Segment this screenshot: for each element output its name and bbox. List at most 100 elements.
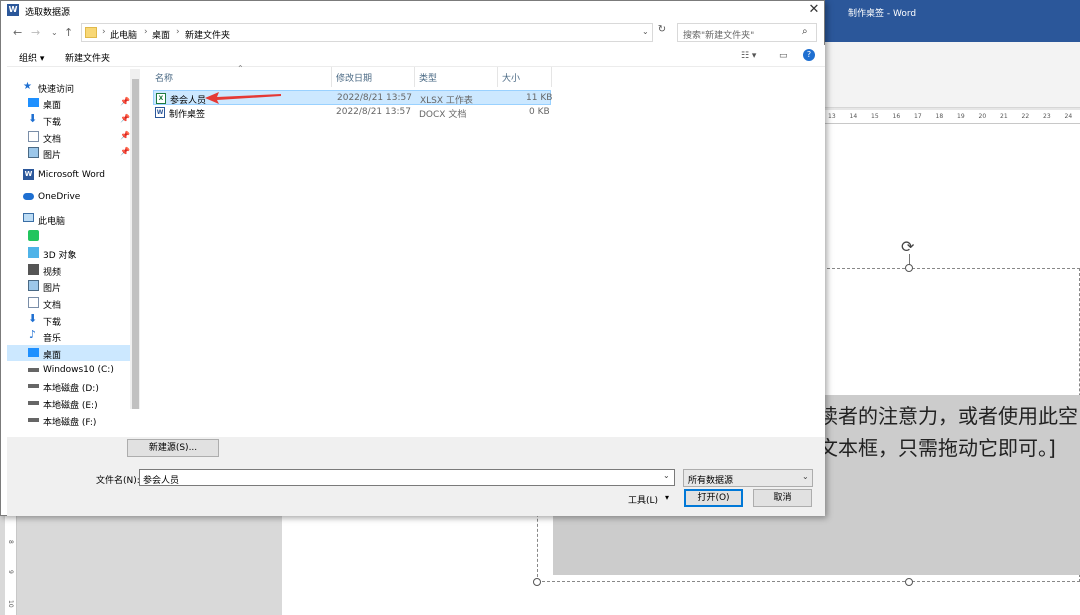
column-header-date[interactable]: 修改日期: [336, 71, 372, 84]
filetype-select[interactable]: 所有数据源: [683, 469, 813, 487]
nav-item-quick-access[interactable]: ★ 快速访问: [7, 79, 135, 95]
breadcrumb-this-pc[interactable]: 此电脑: [110, 28, 137, 41]
horizontal-ruler: 13 14 15 16 17 18 19 20 21 22 23 24: [824, 110, 1080, 124]
nav-item-drive-d[interactable]: 本地磁盘 (D:): [7, 378, 135, 394]
organize-button[interactable]: 组织 ▾: [19, 51, 44, 64]
rotate-handle-icon[interactable]: ⟳: [901, 237, 914, 256]
toolbar: 组织 ▾ 新建文件夹 ☷ ▾ ▭ ?: [7, 45, 825, 67]
wechat-files-icon: [28, 230, 39, 241]
nav-item-desktop-pinned[interactable]: 桌面 📌: [7, 95, 135, 111]
new-folder-button[interactable]: 新建文件夹: [65, 51, 110, 64]
nav-item-music[interactable]: ♪ 音乐: [7, 328, 135, 344]
tools-button[interactable]: 工具(L): [628, 493, 658, 506]
star-icon: ★: [23, 81, 32, 92]
cube-icon: [28, 247, 39, 258]
nav-item-documents-pinned[interactable]: 文档 📌: [7, 129, 135, 145]
ruler-tick: 16: [892, 113, 901, 120]
nav-scrollbar-thumb[interactable]: [132, 79, 139, 409]
nav-item-downloads[interactable]: ⬇ 下载: [7, 312, 135, 328]
nav-item-downloads-pinned[interactable]: ⬇ 下载 📌: [7, 112, 135, 128]
resize-handle-top[interactable]: [905, 264, 913, 272]
word-window-title: 制作桌签 - Word: [848, 9, 917, 19]
picture-icon: [28, 280, 39, 291]
new-source-button[interactable]: 新建源(S)...: [127, 439, 219, 457]
search-input[interactable]: 搜索"新建文件夹": [683, 28, 754, 41]
ruler-tick: 20: [978, 113, 987, 120]
pin-icon[interactable]: 📌: [120, 131, 130, 140]
nav-item-microsoft-word[interactable]: W Microsoft Word: [7, 167, 135, 183]
tools-dropdown-icon[interactable]: ▾: [665, 493, 669, 502]
refresh-icon[interactable]: ↻: [655, 24, 669, 41]
help-icon[interactable]: ?: [803, 49, 815, 61]
breadcrumb-new-folder[interactable]: 新建文件夹: [185, 28, 230, 41]
file-row-table-cards[interactable]: W 制作桌签 2022/8/21 13:57 DOCX 文档 0 KB: [153, 105, 551, 120]
nav-item-drive-c[interactable]: Windows10 (C:): [7, 362, 135, 378]
ruler-tick: 17: [914, 113, 922, 120]
video-icon: [28, 264, 39, 275]
ruler-tick: 22: [1021, 113, 1030, 120]
vertical-ruler-tick: 8: [7, 540, 14, 544]
nav-item-3d-objects[interactable]: 3D 对象: [7, 245, 135, 261]
nav-item-wechat-files[interactable]: [7, 228, 135, 244]
column-header-type[interactable]: 类型: [419, 71, 437, 84]
up-arrow-icon[interactable]: ↑: [64, 26, 73, 39]
word-file-icon: W: [155, 107, 165, 118]
address-bar[interactable]: › 此电脑 › 桌面 › 新建文件夹 ⌄: [81, 23, 653, 42]
excel-file-icon: X: [156, 93, 166, 104]
vertical-ruler-tick: 9: [7, 570, 14, 574]
resize-handle-bottom-left[interactable]: [533, 578, 541, 586]
picture-icon: [28, 147, 39, 158]
ruler-tick: 23: [1043, 113, 1051, 120]
resize-handle-bottom[interactable]: [905, 578, 913, 586]
recent-locations-chevron-icon[interactable]: ⌄: [51, 28, 58, 37]
forward-arrow-icon[interactable]: →: [31, 26, 40, 39]
doc-text-line1: 读者的注意力，或者使用此空: [818, 404, 1078, 428]
search-icon[interactable]: ⌕: [802, 26, 808, 37]
nav-item-this-pc[interactable]: 此电脑: [7, 211, 135, 227]
navigation-pane: ★ 快速访问 桌面 📌 ⬇ 下载 📌 文档 📌 图片 📌 W Microsoft…: [7, 67, 141, 437]
download-icon: ⬇: [28, 312, 38, 325]
vertical-ruler: 8 9 10: [5, 500, 17, 615]
filename-input[interactable]: 参会人员: [139, 469, 675, 486]
filetype-dropdown-icon[interactable]: ⌄: [802, 472, 809, 481]
ruler-tick: 14: [849, 113, 858, 120]
filename-label: 文件名(N):: [96, 476, 140, 486]
close-icon[interactable]: ✕: [804, 2, 824, 18]
nav-item-drive-e[interactable]: 本地磁盘 (E:): [7, 395, 135, 411]
drive-icon: [28, 401, 39, 405]
select-data-source-dialog: W 选取数据源 ✕ ← → ⌄ ↑ › 此电脑 › 桌面 › 新建文件夹 ⌄ ↻…: [0, 0, 825, 516]
pin-icon[interactable]: 📌: [120, 147, 130, 156]
pin-icon[interactable]: 📌: [120, 97, 130, 106]
nav-item-videos[interactable]: 视频: [7, 262, 135, 278]
nav-item-desktop[interactable]: 桌面: [7, 345, 135, 361]
pin-icon[interactable]: 📌: [120, 114, 130, 123]
download-icon: ⬇: [28, 112, 38, 125]
view-options-icon[interactable]: ☷ ▾: [741, 51, 756, 61]
back-arrow-icon[interactable]: ←: [13, 26, 22, 39]
ruler-tick: 15: [871, 113, 879, 120]
nav-item-drive-f[interactable]: 本地磁盘 (F:): [7, 412, 135, 428]
nav-item-onedrive[interactable]: OneDrive: [7, 189, 135, 205]
nav-item-pictures-pinned[interactable]: 图片 📌: [7, 145, 135, 161]
cancel-button[interactable]: 取消: [753, 489, 812, 507]
drive-icon: [28, 368, 39, 372]
music-icon: ♪: [29, 328, 37, 341]
desktop-icon: [28, 348, 39, 357]
vertical-ruler-tick: 10: [7, 600, 14, 608]
address-dropdown-icon[interactable]: ⌄: [642, 27, 649, 36]
filename-dropdown-icon[interactable]: ⌄: [663, 471, 670, 480]
desktop-icon: [28, 98, 39, 107]
breadcrumb-desktop[interactable]: 桌面: [152, 28, 170, 41]
search-box[interactable]: 搜索"新建文件夹" ⌕: [677, 23, 817, 42]
column-header-size[interactable]: 大小: [502, 71, 520, 84]
computer-icon: [23, 213, 34, 222]
document-icon: [28, 297, 39, 308]
cloud-icon: [23, 193, 34, 200]
ruler-tick: 18: [935, 113, 944, 120]
doc-text-line2: 文本框，只需拖动它即可。]: [818, 436, 1056, 460]
nav-item-documents[interactable]: 文档: [7, 295, 135, 311]
open-button[interactable]: 打开(O): [684, 489, 743, 507]
column-header-name[interactable]: 名称: [155, 71, 173, 84]
preview-pane-icon[interactable]: ▭: [779, 51, 788, 61]
nav-item-pictures[interactable]: 图片: [7, 278, 135, 294]
